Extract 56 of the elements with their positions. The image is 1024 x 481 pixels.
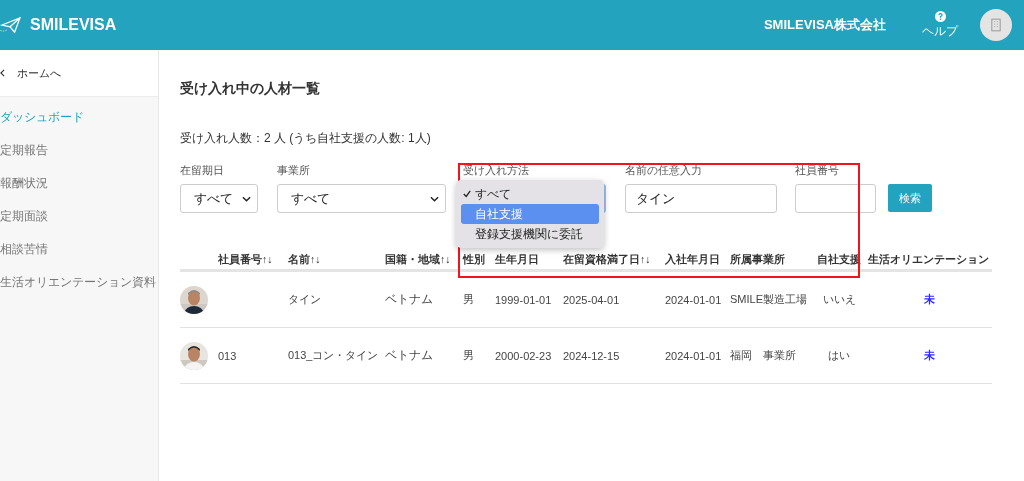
filter-label: 名前の任意入力 — [625, 164, 703, 178]
chevron-down-icon — [242, 195, 251, 202]
column-header[interactable]: 在留資格満了日↑↓ — [563, 253, 665, 267]
column-header[interactable]: 生年月日 — [495, 253, 563, 267]
filter-label: 在留期日 — [180, 164, 225, 178]
table-cell-text: 013 — [218, 349, 238, 362]
table-cell-text: SMILE製造工場 — [730, 292, 808, 307]
sidebar-item[interactable]: 生活オリエンテーション資料 — [0, 275, 158, 308]
sidebar-item[interactable]: 定期面談 — [0, 209, 158, 242]
help-icon — [934, 10, 946, 22]
table-cell-text: 2025-04-01 — [563, 293, 621, 306]
table-cell-text: 未 — [922, 292, 936, 307]
filter-label: 社員番号 — [795, 164, 840, 178]
account-avatar[interactable] — [980, 9, 1012, 41]
table-cell-text: ベトナム — [385, 347, 434, 364]
table-cell-text: 未 — [922, 348, 936, 363]
table-cell-text: 2024-01-01 — [665, 349, 723, 362]
column-header[interactable]: 入社年月日 — [665, 253, 730, 267]
table-cell-text: 2024-12-15 — [563, 349, 621, 362]
table-cell-text: はい — [827, 348, 851, 363]
sidebar-item[interactable]: 報酬状況 — [0, 176, 158, 209]
chevron-left-icon — [0, 69, 5, 77]
table-cell-text: 男 — [463, 348, 475, 363]
chevron-down-icon — [430, 195, 439, 202]
table-cell-text: 男 — [463, 292, 475, 307]
dropdown-option[interactable]: すべて — [461, 184, 599, 204]
table-cell-text: ベトナム — [385, 291, 434, 308]
filter-label: 受け入れ方法 — [463, 164, 530, 178]
building-icon — [991, 18, 1001, 32]
column-header[interactable]: 所属事業所 — [730, 253, 812, 267]
table-cell-text: いいえ — [821, 292, 857, 307]
column-header[interactable]: 性別 — [463, 253, 495, 267]
column-header[interactable]: 社員番号↑↓ — [218, 253, 288, 267]
table-cell-text: タイン — [288, 292, 322, 307]
count-summary: 受け入れ人数：2 人 (うち自社支援の人数: 1人) — [180, 130, 432, 145]
table-cell-text: 2000-02-23 — [495, 349, 553, 362]
sidebar-item[interactable]: 相談苦情 — [0, 242, 158, 275]
page-title: 受け入れ中の人材一覧 — [180, 80, 321, 98]
input-field[interactable] — [795, 184, 876, 213]
column-header[interactable]: 国籍・地域↑↓ — [385, 253, 463, 267]
select-field[interactable]: すべて — [277, 184, 446, 213]
paper-plane-icon — [0, 16, 22, 34]
dropdown-option[interactable]: 登録支援機関に委託 — [461, 224, 599, 244]
column-header[interactable]: 名前↑↓ — [288, 253, 385, 267]
home-link[interactable]: ホームへ — [0, 50, 158, 97]
select-field[interactable]: すべて — [180, 184, 258, 213]
table-cell-text: 1999-01-01 — [495, 293, 553, 306]
table-cell-text: 2024-01-01 — [665, 293, 723, 306]
column-header[interactable]: 生活オリエンテーション — [866, 253, 992, 267]
check-icon — [463, 190, 471, 198]
table-cell-text: 福岡 事業所 — [730, 348, 797, 363]
input-field[interactable]: タイン — [625, 184, 777, 213]
company-name: SMILEVISA株式会社 — [763, 16, 886, 34]
sidebar-item[interactable]: 定期報告 — [0, 143, 158, 176]
table-cell-text: 013_コン・タイン — [288, 348, 380, 363]
filter-label: 事業所 — [277, 164, 311, 178]
